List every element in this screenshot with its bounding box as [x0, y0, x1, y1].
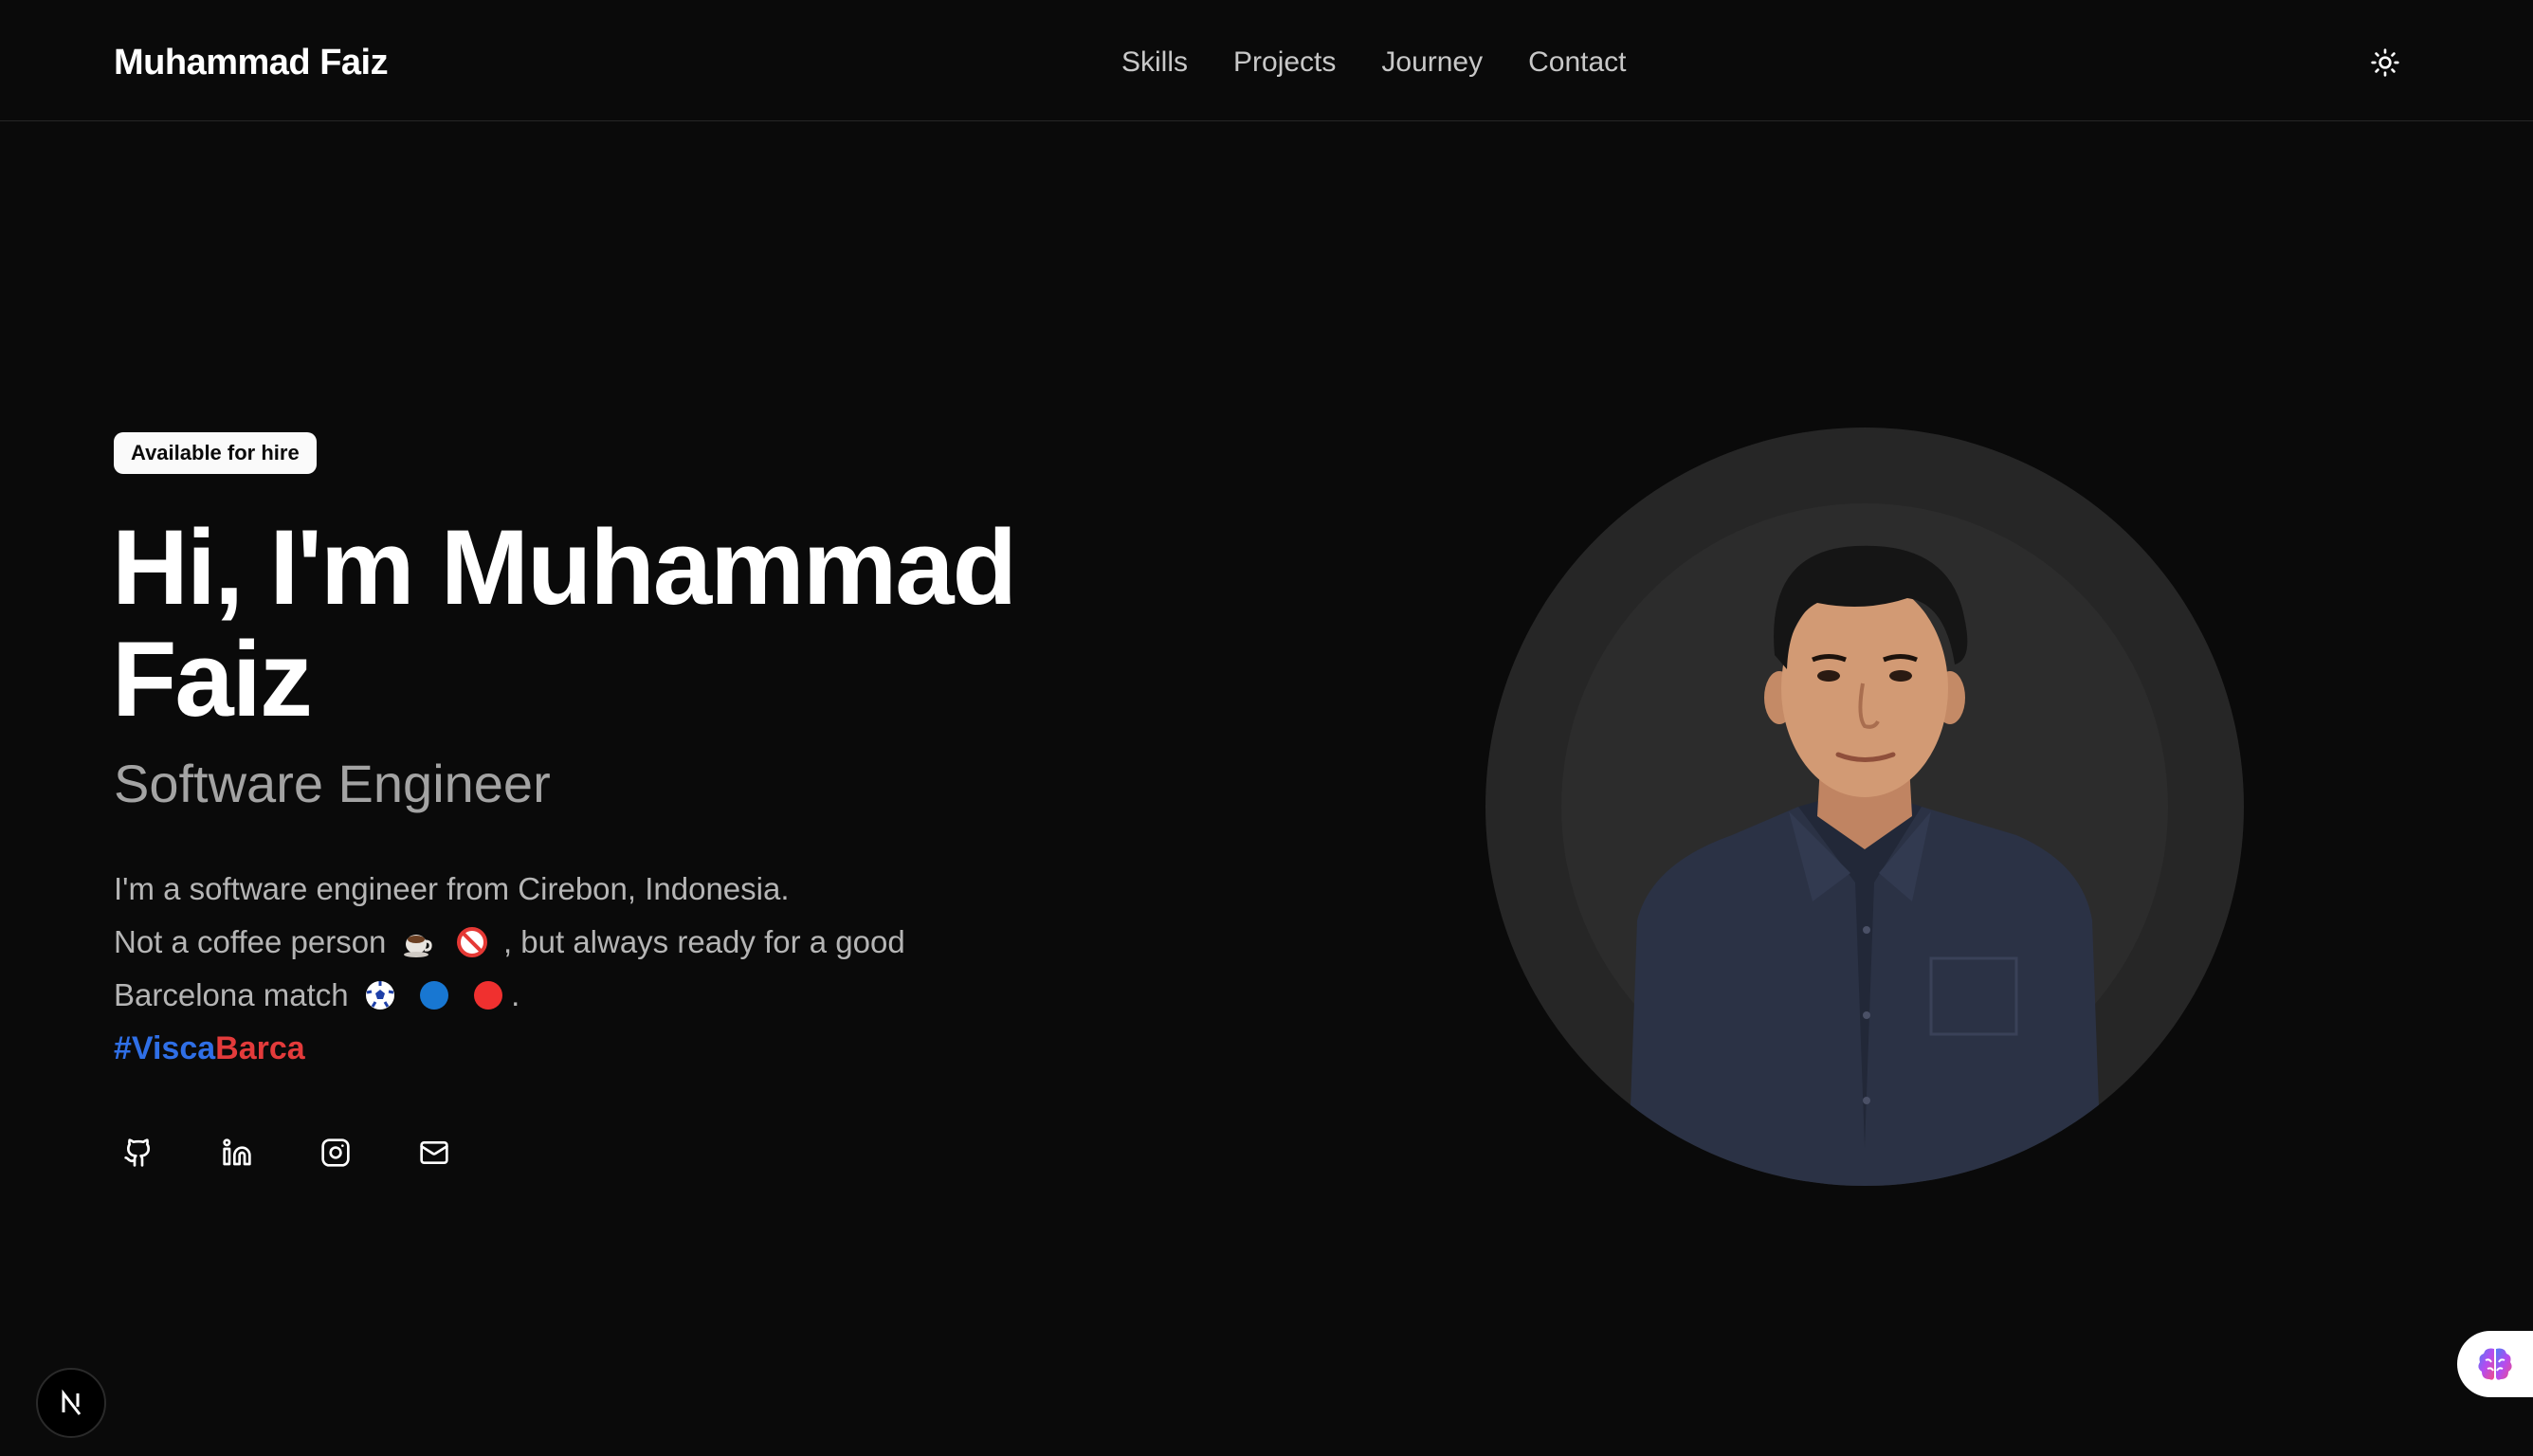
- coffee-icon: [403, 935, 432, 957]
- hashtag[interactable]: #ViscaBarca: [114, 1022, 967, 1075]
- bio-line-3: Barcelona match .: [114, 969, 967, 1022]
- nav-link-skills[interactable]: Skills: [1121, 42, 1188, 83]
- bio-line-3-end: .: [511, 977, 520, 1012]
- person-illustration: [1628, 545, 2102, 1186]
- linkedin-link[interactable]: [212, 1128, 262, 1177]
- instagram-link[interactable]: [311, 1128, 360, 1177]
- nav-link-journey[interactable]: Journey: [1381, 42, 1483, 83]
- portfolio-page: Muhammad Faiz Skills Projects Journey Co…: [0, 0, 2533, 1456]
- mail-icon: [420, 1141, 448, 1164]
- bio-line-2-start: Not a coffee person: [114, 924, 387, 959]
- soccer-ball-icon: [365, 981, 394, 1010]
- hero-subtitle: Software Engineer: [114, 754, 551, 813]
- brain-icon: [2478, 1348, 2512, 1380]
- hero-title-line-1: Hi, I'm Muhammad: [112, 508, 1017, 627]
- bio-line-2: Not a coffee person , but always ready f…: [114, 916, 967, 969]
- nav-link-contact[interactable]: Contact: [1528, 42, 1626, 83]
- red-circle-icon: [474, 981, 503, 1010]
- sun-icon: [2371, 48, 2399, 77]
- blue-circle-icon: [419, 981, 448, 1010]
- theme-toggle-button[interactable]: [2364, 42, 2406, 83]
- linkedin-icon: [223, 1138, 251, 1166]
- availability-badge: Available for hire: [114, 432, 317, 474]
- nextjs-dev-badge[interactable]: [36, 1368, 106, 1438]
- hashtag-visca: #Visca: [114, 1030, 216, 1066]
- bio-text: I'm a software engineer from Cirebon, In…: [114, 863, 967, 1075]
- hero-title: Hi, I'm Muhammad Faiz: [112, 512, 1155, 736]
- main-nav: Skills Projects Journey Contact: [1121, 42, 1627, 83]
- bio-line-1: I'm a software engineer from Cirebon, In…: [114, 871, 790, 906]
- site-header: Muhammad Faiz Skills Projects Journey Co…: [0, 0, 2533, 121]
- social-links: [114, 1128, 459, 1177]
- profile-photo: [1485, 428, 2244, 1186]
- github-link[interactable]: [114, 1128, 163, 1177]
- ai-assistant-widget[interactable]: [2457, 1331, 2533, 1397]
- prohibited-icon: [456, 927, 487, 957]
- instagram-icon: [321, 1138, 350, 1167]
- bio-line-3-start: Barcelona match: [114, 977, 349, 1012]
- bio-line-2-end: , but always ready for a good: [502, 924, 905, 959]
- email-link[interactable]: [410, 1128, 459, 1177]
- brand-name[interactable]: Muhammad Faiz: [114, 40, 389, 85]
- hero-title-line-2: Faiz: [112, 620, 313, 738]
- hashtag-barca: Barca: [215, 1030, 305, 1066]
- nextjs-logo-icon: [62, 1389, 82, 1415]
- github-icon: [124, 1138, 151, 1167]
- nav-link-projects[interactable]: Projects: [1233, 42, 1336, 83]
